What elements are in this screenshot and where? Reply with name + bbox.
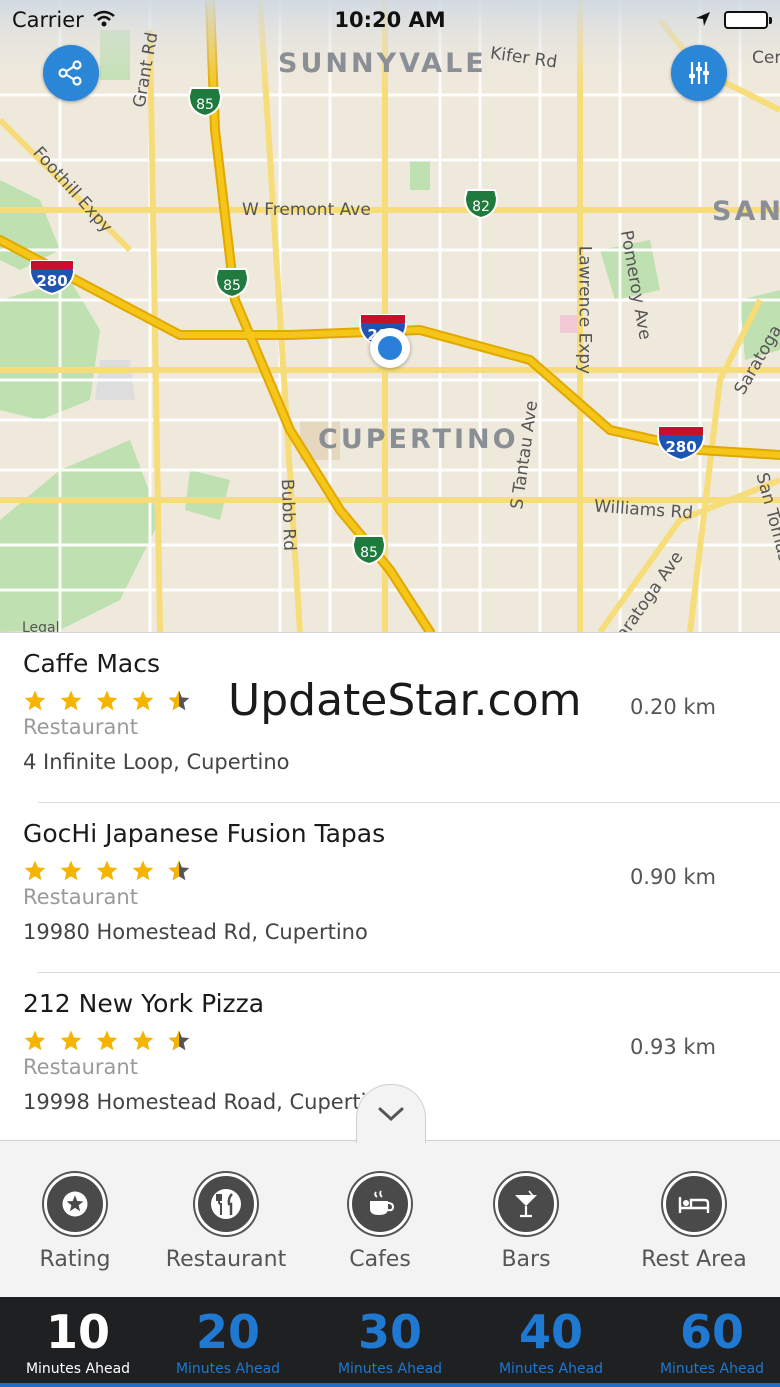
tab-minutes-label: Minutes Ahead xyxy=(659,1361,765,1377)
tab-minutes-value: 40 xyxy=(518,1305,583,1359)
svg-text:82: 82 xyxy=(472,199,490,215)
place-distance: 0.20 km xyxy=(629,695,716,719)
rating-stars xyxy=(23,686,203,716)
star-icon xyxy=(168,690,190,711)
star-icon xyxy=(168,1030,190,1051)
tab-40-minutes[interactable]: 40 Minutes Ahead xyxy=(473,1297,629,1383)
svg-text:280: 280 xyxy=(665,438,696,456)
category-rest-area[interactable]: Rest Area xyxy=(619,1173,769,1272)
tab-10-minutes[interactable]: 10 Minutes Ahead xyxy=(0,1297,156,1383)
current-location-dot xyxy=(370,328,410,368)
street-label: Bubb Rd xyxy=(276,478,300,552)
tab-minutes-label: Minutes Ahead xyxy=(337,1361,443,1377)
svg-text:85: 85 xyxy=(223,278,241,294)
place-address: 19998 Homestead Road, Cupertin xyxy=(23,1090,380,1114)
place-distance: 0.93 km xyxy=(629,1035,716,1059)
map-view[interactable]: SUNNYVALE CUPERTINO SAN Kifer Rd Grant R… xyxy=(0,0,780,632)
star-icon xyxy=(132,690,154,711)
star-icon xyxy=(24,860,46,881)
star-icon xyxy=(60,1030,82,1051)
svg-text:85: 85 xyxy=(360,545,378,561)
filter-button[interactable] xyxy=(671,45,727,101)
category-label: Cafes xyxy=(349,1247,411,1272)
interstate-shield-icon: 280 xyxy=(28,258,76,300)
tab-minutes-value: 60 xyxy=(679,1305,744,1359)
star-icon xyxy=(132,860,154,881)
place-address: 4 Infinite Loop, Cupertino xyxy=(23,750,290,774)
category-rating[interactable]: Rating xyxy=(0,1173,150,1272)
street-label: Cer xyxy=(752,48,780,68)
watermark-text: UpdateStar.com xyxy=(228,675,582,726)
star-icon xyxy=(44,1173,106,1235)
highway-shield-icon: 85 xyxy=(214,267,250,303)
status-time: 10:20 AM xyxy=(334,8,446,32)
cocktail-icon xyxy=(495,1173,557,1235)
category-restaurant[interactable]: Restaurant xyxy=(151,1173,301,1272)
place-name: GocHi Japanese Fusion Tapas xyxy=(23,819,386,848)
street-label: W Fremont Ave xyxy=(242,200,371,220)
category-bars[interactable]: Bars xyxy=(451,1173,601,1272)
place-name: 212 New York Pizza xyxy=(23,989,265,1018)
city-label: SUNNYVALE xyxy=(278,48,487,79)
highway-shield-icon: 82 xyxy=(463,188,499,224)
coffee-cup-icon xyxy=(349,1173,411,1235)
star-icon xyxy=(24,690,46,711)
place-name: Caffe Macs xyxy=(23,649,160,678)
category-cafes[interactable]: Cafes xyxy=(305,1173,455,1272)
tab-minutes-value: 30 xyxy=(357,1305,422,1359)
place-category: Restaurant xyxy=(23,885,138,909)
tab-minutes-value: 20 xyxy=(195,1305,260,1359)
category-label: Bars xyxy=(501,1247,551,1272)
star-icon xyxy=(96,690,118,711)
category-label: Rating xyxy=(39,1247,111,1272)
place-row[interactable]: GocHi Japanese Fusion Tapas Restaurant 1… xyxy=(0,803,780,973)
star-icon xyxy=(60,690,82,711)
bed-icon xyxy=(663,1173,725,1235)
collapse-list-button[interactable] xyxy=(356,1084,426,1143)
active-tab-stripe xyxy=(0,1383,780,1387)
tab-60-minutes[interactable]: 60 Minutes Ahead xyxy=(634,1297,780,1383)
svg-text:85: 85 xyxy=(196,97,214,113)
tab-minutes-value: 10 xyxy=(45,1305,110,1359)
location-arrow-icon xyxy=(696,12,710,26)
category-label: Rest Area xyxy=(641,1247,747,1272)
rating-stars xyxy=(23,1026,203,1056)
sliders-icon xyxy=(689,62,709,84)
star-icon xyxy=(168,860,190,881)
tab-30-minutes[interactable]: 30 Minutes Ahead xyxy=(312,1297,468,1383)
star-icon xyxy=(96,1030,118,1051)
interstate-shield-icon: 280 xyxy=(656,424,706,466)
place-distance: 0.90 km xyxy=(629,865,716,889)
place-category: Restaurant xyxy=(23,1055,138,1079)
star-icon xyxy=(24,1030,46,1051)
rating-stars xyxy=(23,856,203,886)
place-address: 19980 Homestead Rd, Cupertino xyxy=(23,920,368,944)
highway-shield-icon: 85 xyxy=(351,534,387,570)
category-bar: Rating Restaurant Cafes Bars Rest Area xyxy=(0,1140,780,1298)
street-label: Lawrence Expy xyxy=(574,245,595,375)
battery-icon xyxy=(724,11,772,29)
legal-link[interactable]: Legal xyxy=(22,620,60,632)
chevron-down-icon xyxy=(378,1107,404,1122)
time-ahead-bar: 10 Minutes Ahead 20 Minutes Ahead 30 Min… xyxy=(0,1297,780,1387)
star-icon xyxy=(60,860,82,881)
city-label: CUPERTINO xyxy=(318,424,519,455)
share-button[interactable] xyxy=(43,45,99,101)
star-icon xyxy=(96,860,118,881)
tab-20-minutes[interactable]: 20 Minutes Ahead xyxy=(150,1297,306,1383)
fork-knife-icon xyxy=(195,1173,257,1235)
tab-minutes-label: Minutes Ahead xyxy=(498,1361,604,1377)
category-label: Restaurant xyxy=(165,1247,287,1272)
tab-minutes-label: Minutes Ahead xyxy=(25,1361,131,1377)
places-list[interactable]: UpdateStar.com Caffe Macs Restaurant 4 I… xyxy=(0,632,780,1141)
svg-text:280: 280 xyxy=(36,272,67,290)
city-label: SAN xyxy=(712,196,780,227)
highway-shield-icon: 85 xyxy=(187,86,223,122)
tab-minutes-label: Minutes Ahead xyxy=(175,1361,281,1377)
share-icon xyxy=(58,60,82,86)
place-category: Restaurant xyxy=(23,715,138,739)
status-bar: Carrier 10:20 AM xyxy=(0,0,780,40)
star-icon xyxy=(132,1030,154,1051)
